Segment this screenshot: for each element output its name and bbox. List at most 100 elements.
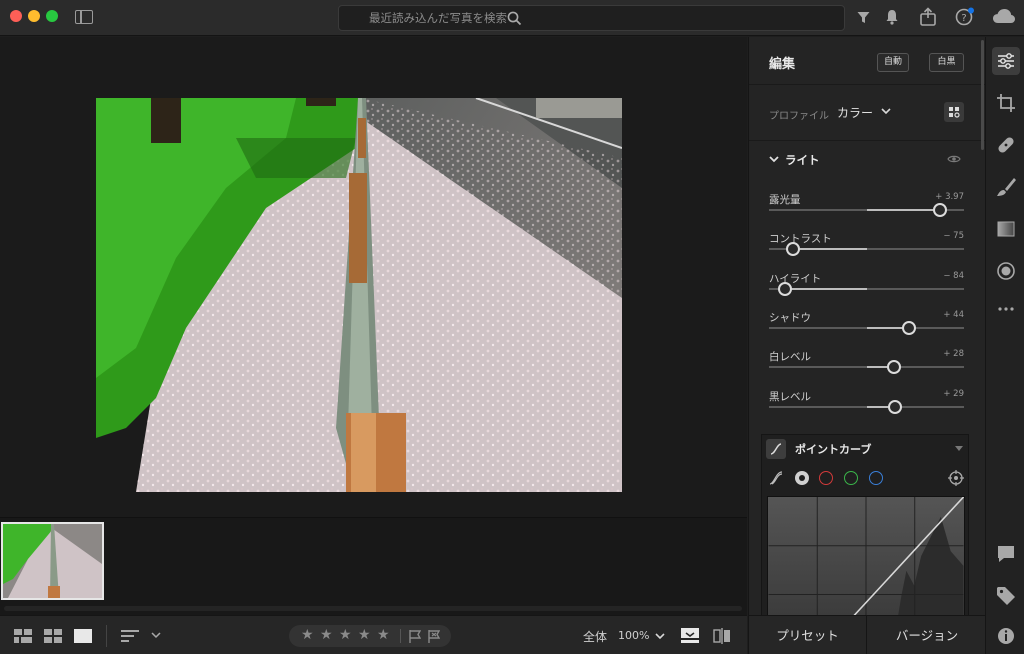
contrast-slider[interactable]: コントラスト − 75 [749, 231, 985, 267]
presets-button[interactable]: プリセット [749, 616, 867, 654]
share-icon[interactable] [919, 7, 937, 26]
grid-view-icon[interactable] [14, 629, 32, 643]
edit-panel: 編集 自動 白黒 プロファイル カラー ライト 露光量 + 3.97 コントラス… [748, 37, 985, 615]
maximize-window-button[interactable] [46, 10, 58, 22]
auto-button[interactable]: 自動 [877, 53, 909, 72]
highlights-slider[interactable]: ハイライト − 84 [749, 271, 985, 307]
slider-knob[interactable] [902, 321, 916, 335]
slider-track[interactable] [769, 203, 964, 217]
blue-channel-icon[interactable] [869, 471, 883, 485]
healing-brush-icon[interactable] [994, 133, 1018, 157]
slider-knob[interactable] [786, 242, 800, 256]
slider-value[interactable]: + 29 [943, 389, 964, 399]
parametric-curve-icon[interactable] [768, 470, 784, 486]
crop-icon[interactable] [994, 91, 1018, 115]
slider-track[interactable] [769, 242, 964, 256]
profile-browser-button[interactable] [944, 102, 964, 122]
before-after-icon[interactable] [681, 628, 699, 643]
flag-pick-icon[interactable] [409, 630, 421, 643]
slider-value[interactable]: − 75 [943, 231, 964, 241]
profile-row: プロファイル カラー [749, 86, 985, 141]
star-rating[interactable]: ★ ★ ★ ★ ★ [289, 625, 451, 647]
compare-split-icon[interactable] [713, 628, 731, 644]
radial-gradient-icon[interactable] [994, 259, 1018, 283]
help-icon[interactable]: ? [955, 7, 975, 27]
luminance-channel-icon[interactable] [795, 471, 809, 485]
dropdown-triangle-icon[interactable] [955, 446, 963, 451]
green-channel-icon[interactable] [844, 471, 858, 485]
slider-knob[interactable] [933, 203, 947, 217]
panel-scrollbar[interactable] [981, 40, 984, 150]
slider-value[interactable]: + 44 [943, 310, 964, 320]
star-3-icon[interactable]: ★ [339, 627, 352, 643]
slider-knob[interactable] [778, 282, 792, 296]
curve-icon [770, 443, 782, 455]
curve-channel-selector [762, 465, 970, 491]
close-window-button[interactable] [10, 10, 22, 22]
versions-button[interactable]: バージョン [868, 616, 986, 654]
light-section-title: ライト [785, 153, 820, 167]
sort-icon[interactable] [121, 629, 139, 643]
main-photo [96, 98, 622, 492]
star-4-icon[interactable]: ★ [358, 627, 371, 643]
tone-curve-graph[interactable] [767, 496, 965, 615]
search-input[interactable] [369, 6, 839, 30]
slider-fill [793, 248, 867, 250]
zoom-chevron-down-icon[interactable] [655, 633, 665, 640]
slider-knob[interactable] [887, 360, 901, 374]
red-channel-icon[interactable] [819, 471, 833, 485]
flag-reject-icon[interactable] [428, 630, 440, 643]
slider-label: 黒レベル [769, 391, 811, 403]
notification-bell-icon[interactable] [885, 9, 899, 25]
slider-value[interactable]: + 3.97 [935, 192, 964, 202]
blacks-slider[interactable]: 黒レベル + 29 [749, 389, 985, 425]
slider-knob[interactable] [888, 400, 902, 414]
minimize-window-button[interactable] [28, 10, 40, 22]
exposure-slider[interactable]: 露光量 + 3.97 [749, 192, 985, 228]
profile-grid-icon [949, 107, 960, 118]
zoom-level-value[interactable]: 100% [618, 629, 649, 642]
slider-label: 露光量 [769, 194, 801, 206]
black-white-button[interactable]: 白黒 [929, 53, 964, 72]
curve-tool-button[interactable] [766, 439, 786, 459]
slider-track[interactable] [769, 282, 964, 296]
chevron-down-icon[interactable] [151, 632, 161, 639]
chevron-down-icon[interactable] [881, 108, 891, 115]
info-icon[interactable] [994, 624, 1018, 648]
star-1-icon[interactable]: ★ [301, 627, 314, 643]
slider-track[interactable] [769, 400, 964, 414]
detail-view-icon[interactable] [74, 629, 92, 643]
chevron-down-icon[interactable] [769, 156, 779, 163]
eye-icon[interactable] [947, 154, 961, 164]
zoom-fit-label[interactable]: 全体 [583, 628, 607, 645]
slider-track[interactable] [769, 360, 964, 374]
edit-sliders-icon[interactable] [994, 49, 1018, 73]
light-section-header[interactable]: ライト [749, 149, 985, 173]
cloud-icon[interactable] [992, 8, 1016, 24]
sidebar-toggle-icon[interactable] [75, 10, 93, 24]
star-5-icon[interactable]: ★ [377, 627, 390, 643]
image-canvas[interactable] [0, 37, 747, 517]
tag-icon[interactable] [994, 584, 1018, 608]
square-grid-view-icon[interactable] [44, 629, 62, 643]
filter-icon[interactable] [857, 11, 870, 24]
filmstrip-scrollbar[interactable] [4, 606, 742, 611]
target-adjust-icon[interactable] [948, 470, 964, 486]
whites-slider[interactable]: 白レベル + 28 [749, 349, 985, 385]
photo-thumbnail[interactable] [1, 522, 104, 600]
star-2-icon[interactable]: ★ [320, 627, 333, 643]
tool-strip [985, 37, 1024, 654]
profile-dropdown[interactable]: カラー [837, 104, 873, 121]
comment-icon[interactable] [994, 542, 1018, 566]
search-box[interactable] [338, 5, 845, 31]
edit-panel-title: 編集 [769, 57, 796, 72]
brush-icon[interactable] [994, 175, 1018, 199]
shadows-slider[interactable]: シャドウ + 44 [749, 310, 985, 346]
svg-text:?: ? [961, 13, 966, 24]
slider-value[interactable]: − 84 [943, 271, 964, 281]
slider-track[interactable] [769, 321, 964, 335]
more-options-icon[interactable] [994, 297, 1018, 321]
slider-fill [866, 209, 940, 211]
linear-gradient-icon[interactable] [994, 217, 1018, 241]
slider-value[interactable]: + 28 [943, 349, 964, 359]
